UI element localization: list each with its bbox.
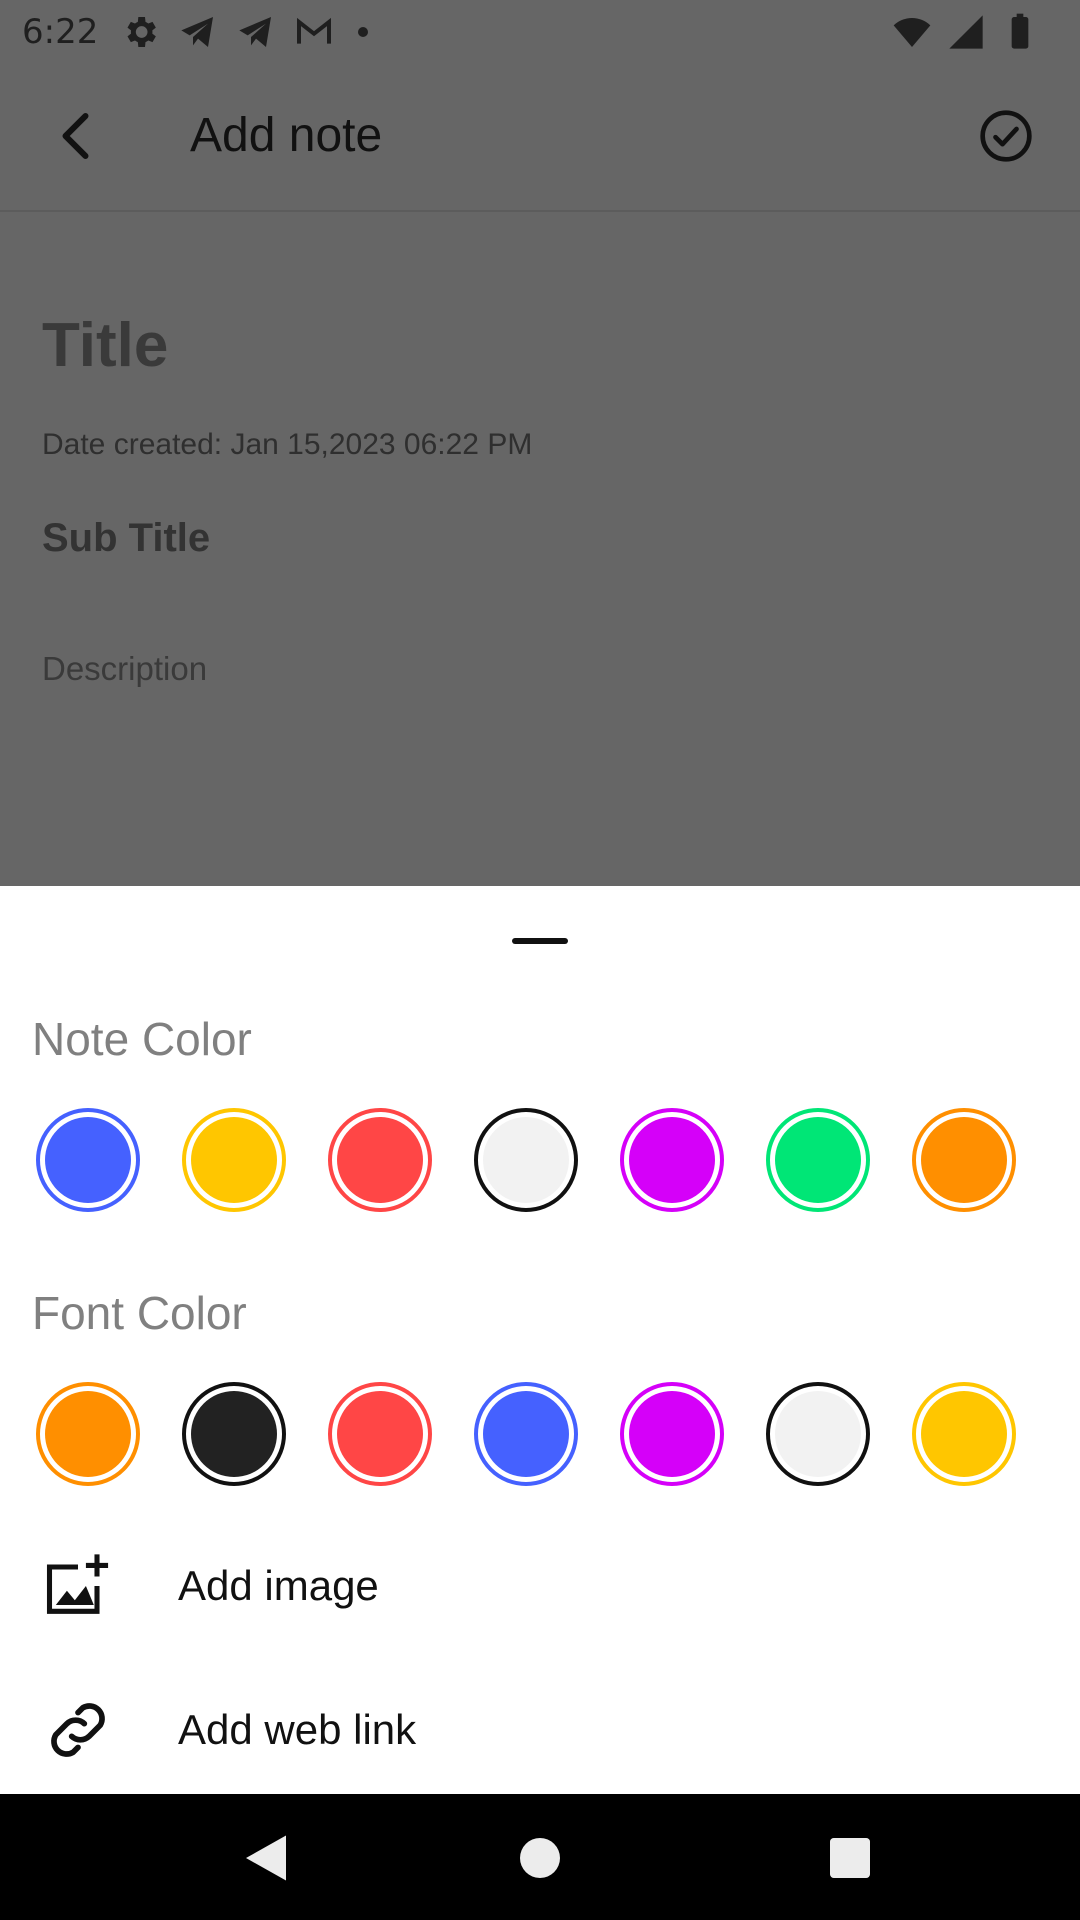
nav-back-icon[interactable] <box>236 1828 296 1888</box>
note-color-row <box>36 1108 1016 1212</box>
note-color-swatch[interactable] <box>182 1108 286 1212</box>
note-color-label: Note Color <box>32 1013 252 1065</box>
font-color-swatch-fill <box>337 1391 423 1477</box>
font-color-swatch-fill <box>45 1391 131 1477</box>
font-color-swatch[interactable] <box>766 1382 870 1486</box>
nav-recents-icon[interactable] <box>820 1828 880 1888</box>
description-input[interactable]: Description <box>42 650 207 688</box>
back-arrow-icon[interactable] <box>48 106 108 166</box>
font-color-row <box>36 1382 1016 1486</box>
status-bar: 6:22 <box>0 0 1080 64</box>
note-color-swatch[interactable] <box>620 1108 724 1212</box>
check-circle-icon[interactable] <box>978 108 1034 164</box>
note-color-swatch[interactable] <box>912 1108 1016 1212</box>
note-color-swatch[interactable] <box>766 1108 870 1212</box>
font-color-label: Font Color <box>32 1287 247 1339</box>
status-time: 6:22 <box>22 12 99 52</box>
add-image-icon <box>46 1554 109 1614</box>
font-color-swatch[interactable] <box>182 1382 286 1486</box>
app-bar: Add note <box>0 64 1080 212</box>
add-web-link-label: Add web link <box>178 1706 417 1753</box>
subtitle-input[interactable]: Sub Title <box>42 516 210 561</box>
font-color-swatch[interactable] <box>328 1382 432 1486</box>
font-color-swatch-fill <box>483 1391 569 1477</box>
drag-handle[interactable] <box>512 938 568 944</box>
note-color-swatch-fill <box>191 1117 277 1203</box>
font-color-swatch[interactable] <box>474 1382 578 1486</box>
link-icon <box>51 1703 105 1757</box>
date-created: Date created: Jan 15,2023 06:22 PM <box>42 428 533 461</box>
battery-icon <box>1011 13 1029 49</box>
font-color-swatch-fill <box>775 1391 861 1477</box>
page-title: Add note <box>190 109 383 162</box>
settings-icon <box>127 17 156 47</box>
dot-icon <box>358 27 368 37</box>
note-color-swatch-fill <box>45 1117 131 1203</box>
font-color-swatch[interactable] <box>36 1382 140 1486</box>
font-color-swatch-fill <box>191 1391 277 1477</box>
notification-icons <box>120 12 368 52</box>
title-input[interactable]: Title <box>42 310 168 381</box>
telegram-icon <box>239 17 271 47</box>
note-color-swatch[interactable] <box>474 1108 578 1212</box>
nav-home-icon[interactable] <box>510 1828 570 1888</box>
font-color-swatch[interactable] <box>912 1382 1016 1486</box>
note-color-swatch-fill <box>921 1117 1007 1203</box>
options-bottom-sheet: Note Color Font Color Add image Add web … <box>0 886 1080 1794</box>
system-icons <box>892 12 1040 52</box>
navigation-bar <box>0 1794 1080 1920</box>
telegram-icon <box>181 17 213 47</box>
note-color-swatch-fill <box>337 1117 423 1203</box>
note-color-swatch[interactable] <box>36 1108 140 1212</box>
font-color-swatch-fill <box>629 1391 715 1477</box>
font-color-swatch[interactable] <box>620 1382 724 1486</box>
note-color-swatch-fill <box>483 1117 569 1203</box>
signal-icon <box>949 15 983 49</box>
note-color-swatch-fill <box>629 1117 715 1203</box>
add-image-label: Add image <box>178 1562 379 1609</box>
add-image-button[interactable]: Add image <box>40 1548 379 1624</box>
font-color-swatch-fill <box>921 1391 1007 1477</box>
add-web-link-button[interactable]: Add web link <box>40 1692 416 1768</box>
note-color-swatch-fill <box>775 1117 861 1203</box>
gmail-icon <box>297 17 331 44</box>
note-color-swatch[interactable] <box>328 1108 432 1212</box>
wifi-icon <box>893 18 931 47</box>
